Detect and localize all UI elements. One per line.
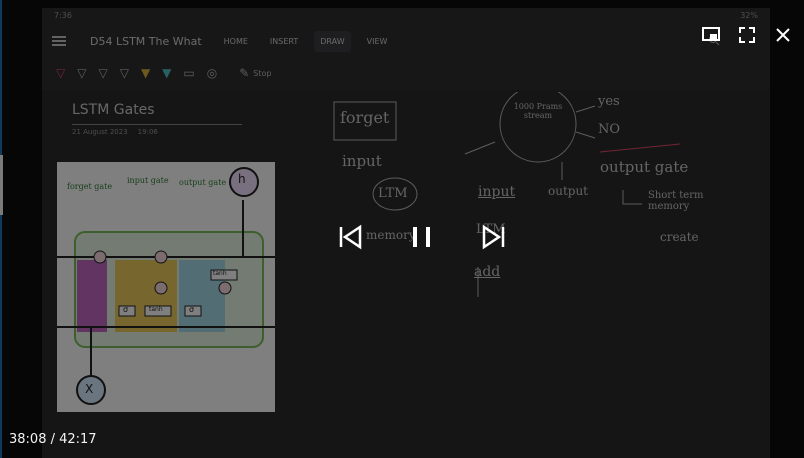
fullscreen-button[interactable] — [736, 24, 758, 46]
next-button[interactable] — [477, 220, 511, 254]
playback-time: 38:08 / 42:17 — [9, 432, 97, 447]
picture-in-picture-button[interactable] — [700, 24, 722, 46]
player-overlay[interactable]: 38:08 / 42:17 — [0, 0, 804, 458]
left-edge-accent — [0, 0, 2, 458]
close-button[interactable] — [772, 24, 794, 46]
playback-controls — [333, 220, 511, 254]
player-top-controls — [700, 24, 794, 46]
previous-button[interactable] — [333, 220, 367, 254]
left-sliver — [0, 155, 3, 215]
pause-button[interactable] — [405, 220, 439, 254]
